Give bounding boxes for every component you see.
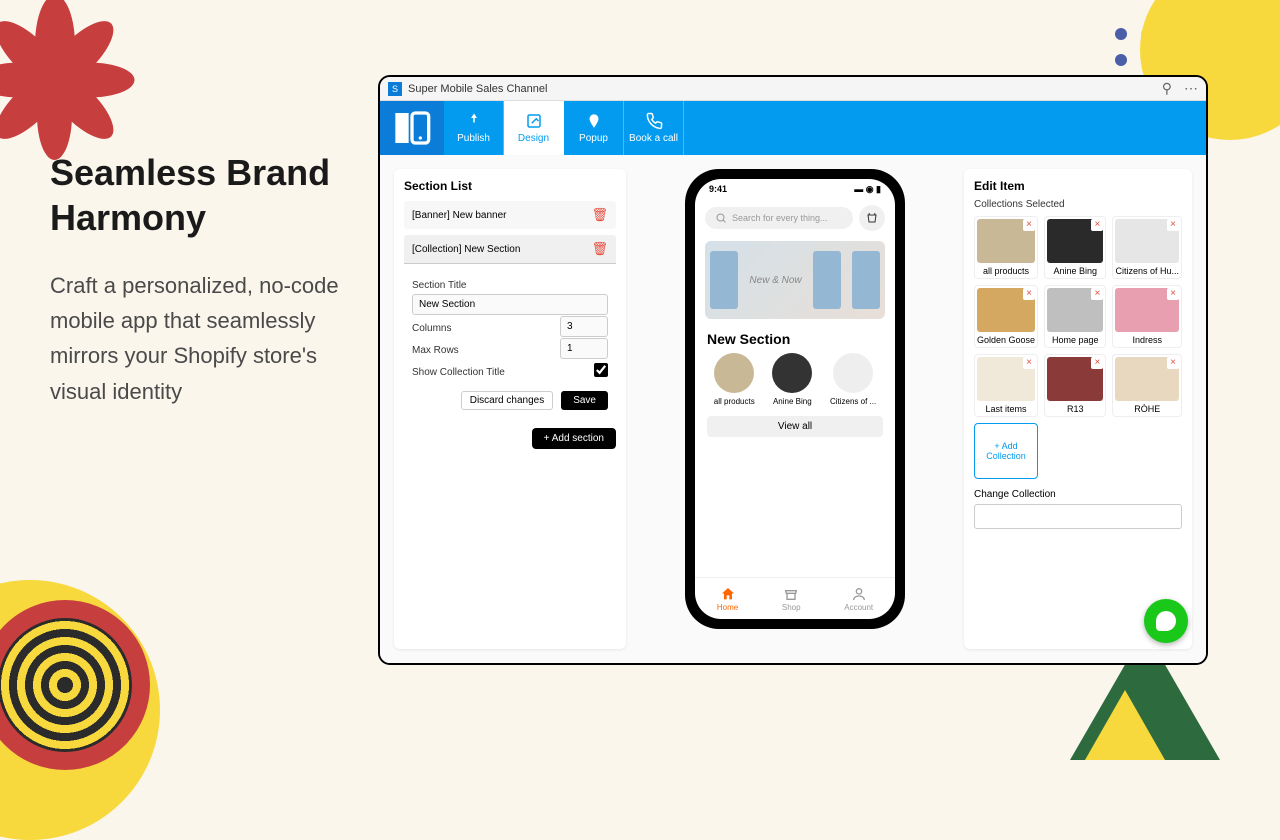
remove-icon[interactable]: × [1167,219,1179,231]
collection-card[interactable]: × all products [974,216,1038,279]
remove-icon[interactable]: × [1023,219,1035,231]
collection-label: Golden Goose [977,335,1035,345]
pin-icon[interactable]: ⚲ [1162,80,1172,97]
hero-text: Seamless Brand Harmony Craft a personali… [50,150,360,409]
remove-icon[interactable]: × [1023,288,1035,300]
remove-icon[interactable]: × [1167,357,1179,369]
collection-label: all products [977,266,1035,276]
toolbar-logo [380,101,444,155]
statusbar: 9:41▬ ◉ ▮ [695,179,895,199]
maxrows-label: Max Rows [412,345,459,356]
collection-card[interactable]: × Home page [1044,285,1106,348]
bottom-nav: Home Shop Account [695,577,895,619]
view-all-button[interactable]: View all [707,416,883,437]
collection-circle[interactable]: Anine Bing [772,353,812,406]
add-section-button[interactable]: + Add section [532,428,616,449]
edit-item-panel: Edit Item Collections Selected × all prod… [964,169,1192,649]
remove-icon[interactable]: × [1023,357,1035,369]
collection-card[interactable]: × RÓHE [1112,354,1182,417]
hero-title: Seamless Brand Harmony [50,150,360,240]
change-collection-input[interactable] [974,504,1182,529]
collection-card[interactable]: × Indress [1112,285,1182,348]
chat-fab[interactable] [1144,599,1188,643]
collection-label: Home page [1047,335,1103,345]
section-list-title: Section List [404,179,616,193]
phone-preview: 9:41▬ ◉ ▮ Search for every thing... New … [685,169,905,629]
remove-icon[interactable]: × [1091,288,1103,300]
more-icon[interactable]: ⋯ [1184,80,1198,97]
add-collection-button[interactable]: + Add Collection [974,423,1038,479]
banner-image[interactable]: New & Now [705,241,885,319]
collection-card[interactable]: × Citizens of Hu... [1112,216,1182,279]
toolbar: Publish Design Popup Book a call [380,101,1206,155]
showtitle-checkbox[interactable] [594,363,608,377]
section-item-collection[interactable]: [Collection] New Section🗑 [404,235,616,264]
search-input[interactable]: Search for every thing... [705,207,853,229]
collections-grid: × all products × Anine Bing × Citizens of Hu.… [974,216,1182,479]
collection-card[interactable]: × Golden Goose [974,285,1038,348]
workspace: Section List [Banner] New banner🗑 [Colle… [380,155,1206,663]
collection-label: R13 [1047,404,1103,414]
collection-circle[interactable]: Citizens of ... [830,353,876,406]
collection-label: Indress [1115,335,1179,345]
cart-icon[interactable] [859,205,885,231]
collection-label: Last items [977,404,1035,414]
titlebar: S Super Mobile Sales Channel ⚲ ⋯ [380,77,1206,101]
app-icon: S [388,82,402,96]
collections-selected-label: Collections Selected [974,199,1182,210]
nav-shop[interactable]: Shop [782,586,801,612]
collection-label: Anine Bing [1047,266,1103,276]
nav-account[interactable]: Account [844,586,873,612]
section-title-label: Section Title [412,280,608,291]
change-collection-label: Change Collection [974,489,1182,500]
signal-icon: ▬ ◉ ▮ [854,184,881,195]
nav-home[interactable]: Home [717,586,738,612]
edit-item-title: Edit Item [974,179,1182,193]
remove-icon[interactable]: × [1091,357,1103,369]
collection-label: Citizens of Hu... [1115,266,1179,276]
decoration-dots [1115,28,1205,66]
section-title-input[interactable] [412,294,608,315]
collection-label: RÓHE [1115,404,1179,414]
section-item-banner[interactable]: [Banner] New banner🗑 [404,201,616,229]
remove-icon[interactable]: × [1091,219,1103,231]
save-button[interactable]: Save [561,391,608,410]
collection-card[interactable]: × Anine Bing [1044,216,1106,279]
columns-label: Columns [412,323,451,334]
section-form: Section Title Columns Max Rows Show Coll… [404,264,616,418]
maxrows-input[interactable] [560,338,608,359]
collection-circle[interactable]: all products [714,353,755,406]
decoration-flower [0,0,130,120]
section-list-panel: Section List [Banner] New banner🗑 [Colle… [394,169,626,649]
collection-card[interactable]: × Last items [974,354,1038,417]
app-window: S Super Mobile Sales Channel ⚲ ⋯ Publish… [378,75,1208,665]
delete-icon[interactable]: 🗑 [591,207,608,223]
search-icon [715,212,727,224]
toolbar-popup[interactable]: Popup [564,101,624,155]
columns-input[interactable] [560,316,608,337]
delete-icon[interactable]: 🗑 [591,241,608,257]
window-title: Super Mobile Sales Channel [408,83,547,95]
toolbar-book-call[interactable]: Book a call [624,101,684,155]
hero-body: Craft a personalized, no-code mobile app… [50,268,360,409]
discard-button[interactable]: Discard changes [461,391,553,410]
toolbar-design[interactable]: Design [504,101,564,155]
showtitle-label: Show Collection Title [412,367,505,378]
collection-card[interactable]: × R13 [1044,354,1106,417]
remove-icon[interactable]: × [1167,288,1179,300]
toolbar-publish[interactable]: Publish [444,101,504,155]
phone-section-title: New Section [695,323,895,353]
